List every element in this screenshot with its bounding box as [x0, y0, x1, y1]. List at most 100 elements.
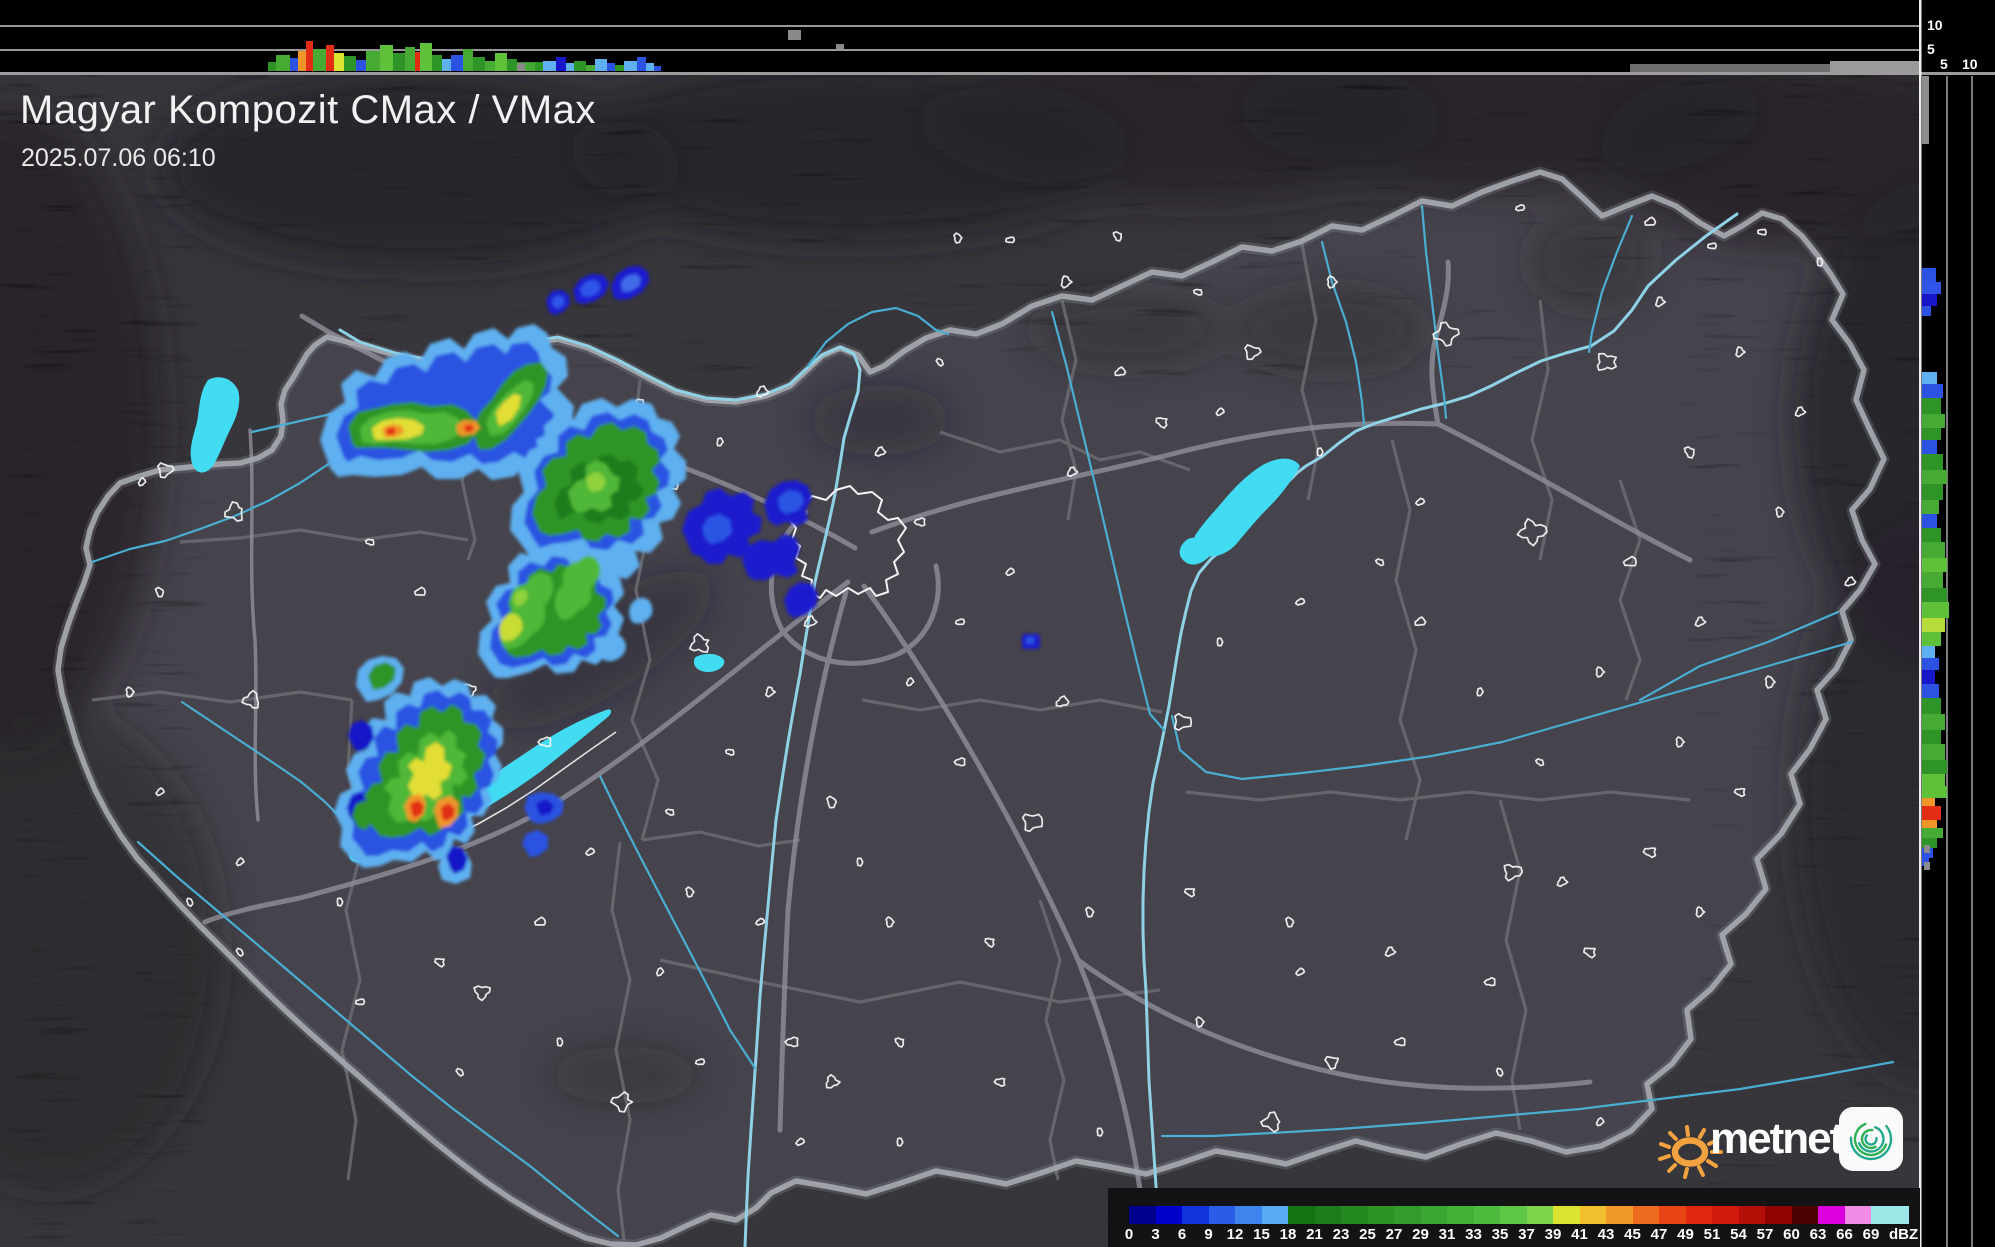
legend-tick-label: 27	[1385, 1226, 1403, 1243]
legend-tick-label: 49	[1677, 1226, 1694, 1243]
legend-tick-label: 6	[1177, 1226, 1187, 1243]
top-echo-cell	[290, 58, 298, 71]
top-terrain-profile-high	[1830, 61, 1920, 72]
legend-tick-label: 37	[1518, 1226, 1535, 1243]
metnet-logo: metnet	[1636, 1094, 1916, 1186]
top-echo-cell	[451, 55, 463, 71]
top-echo-cell	[615, 65, 624, 71]
legend-color-segment	[1155, 1206, 1183, 1224]
legend-tick-label: 45	[1624, 1226, 1641, 1243]
right-echo-cell	[1922, 398, 1941, 414]
right-echo-cell	[1922, 470, 1947, 484]
legend-tick-label: 39	[1544, 1226, 1562, 1243]
legend-color-segment	[1632, 1206, 1660, 1224]
right-echo-cell	[1922, 714, 1945, 730]
right-echo-cell	[1922, 820, 1937, 828]
map-top-separator	[0, 72, 1995, 75]
legend-color-segment	[1871, 1206, 1909, 1224]
top-echo-cell	[646, 63, 654, 71]
top-echo-cell	[313, 49, 326, 71]
right-echo-cell	[1922, 572, 1943, 588]
legend-tick-label: 57	[1756, 1226, 1774, 1243]
metnet-app-icon	[1839, 1107, 1903, 1171]
legend-tick-label: 9	[1204, 1226, 1213, 1243]
right-echo-cell	[1922, 558, 1947, 572]
right-echo-cell	[1922, 588, 1947, 602]
legend-color-segment	[1394, 1206, 1422, 1224]
right-echo-cell	[1922, 646, 1935, 658]
legend-tick-labels: 0 3 6 9 12 15 18 21 23 25 27 29 31 33 35 37 39 41 43 45 47 49…	[1108, 1226, 1920, 1244]
right-echo-cell	[1922, 798, 1935, 806]
right-echo-cell	[1922, 774, 1945, 786]
legend-color-segment	[1261, 1206, 1289, 1224]
legend-tick-label: 23	[1332, 1226, 1350, 1243]
right-echo-cell	[1922, 658, 1939, 670]
top-echo-cell	[344, 56, 356, 71]
legend-color-segment	[1500, 1206, 1528, 1224]
right-echo-cell	[1922, 282, 1941, 294]
top-echo-cell	[654, 66, 661, 71]
right-echo-cell	[1922, 786, 1947, 798]
legend-color-segment	[1685, 1206, 1713, 1224]
top-axis-tick-5: 5	[1927, 41, 1935, 57]
top-echo-cell	[326, 45, 334, 71]
legend-tick-label: 63	[1809, 1226, 1827, 1243]
legend-color-segment	[1659, 1206, 1687, 1224]
right-echo-cell	[1922, 414, 1945, 428]
top-echo-cell	[566, 63, 574, 71]
legend-tick-label: 66	[1836, 1226, 1853, 1243]
page-title: Magyar Kompozit CMax / VMax	[20, 88, 596, 132]
legend-tick-label: 33	[1465, 1226, 1482, 1243]
right-echo-cell	[1922, 730, 1941, 744]
top-echo-cell	[432, 55, 442, 71]
right-echo-cell	[1922, 602, 1949, 618]
right-axis-tick-10: 10	[1962, 56, 1978, 72]
right-echo-cell	[1922, 744, 1945, 760]
legend-tick-label: 35	[1491, 1226, 1509, 1243]
legend-color-segment	[1129, 1206, 1157, 1224]
legend-tick-label: 15	[1253, 1226, 1270, 1243]
top-echo-cell	[624, 61, 637, 71]
legend-color-segment	[1341, 1206, 1369, 1224]
right-echo-cell	[1922, 268, 1936, 282]
right-echo-cell	[1922, 760, 1947, 774]
right-echo-cell	[1922, 632, 1941, 646]
top-echo-cell	[415, 52, 420, 71]
dbz-legend: 0 3 6 9 12 15 18 21 23 25 27 29 31 33 35 37 39 41 43 45 47 49…	[1108, 1188, 1920, 1247]
top-echo-cell	[525, 63, 535, 71]
right-strip-divider	[1919, 0, 1922, 1247]
legend-tick-label: 69	[1862, 1226, 1880, 1243]
top-echo-cell	[442, 59, 451, 71]
right-terrain-profile	[1922, 76, 1929, 144]
legend-tick-label: 60	[1783, 1226, 1800, 1243]
legend-tick-label: 12	[1226, 1226, 1244, 1243]
top-echo-cell	[380, 45, 393, 71]
right-echo-cell	[1922, 684, 1939, 698]
right-echo-cell	[1922, 514, 1937, 528]
legend-color-segment	[1818, 1206, 1846, 1224]
right-echo-cell	[1922, 828, 1943, 838]
top-echo-cell	[836, 44, 844, 49]
legend-color-segment	[1314, 1206, 1342, 1224]
right-echo-cell	[1922, 484, 1943, 500]
right-echo-cell	[1922, 542, 1945, 558]
right-echo-cell	[1922, 294, 1937, 306]
legend-tick-label: 0	[1124, 1226, 1134, 1243]
right-echo-cell	[1922, 440, 1937, 454]
right-echo-cell	[1922, 454, 1943, 470]
legend-tick-label: 51	[1703, 1226, 1721, 1243]
legend-color-segment	[1606, 1206, 1634, 1224]
legend-color-segment	[1288, 1206, 1316, 1224]
right-echo-cell	[1924, 845, 1930, 853]
right-echo-cell	[1922, 698, 1941, 714]
legend-color-segment	[1447, 1206, 1475, 1224]
legend-tick-label: 21	[1306, 1226, 1323, 1243]
right-echo-cell	[1922, 500, 1939, 514]
metnet-wordmark: metnet	[1710, 1114, 1844, 1163]
legend-color-bar	[1108, 1206, 1920, 1224]
top-echo-cell	[595, 59, 607, 71]
top-terrain-profile	[1630, 64, 1830, 72]
legend-tick-label: 18	[1279, 1226, 1297, 1243]
legend-color-segment	[1791, 1206, 1819, 1224]
top-echo-cell	[405, 47, 415, 71]
